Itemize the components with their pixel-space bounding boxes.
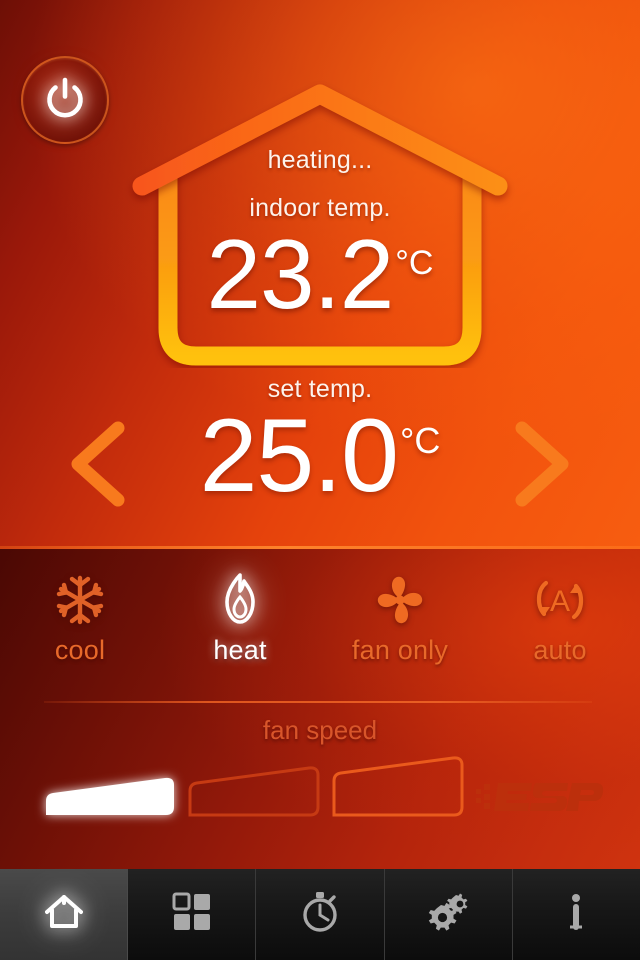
mode-label-fan-only: fan only bbox=[351, 635, 449, 665]
mode-label-auto: auto bbox=[533, 635, 587, 665]
grid-icon bbox=[172, 892, 212, 937]
mode-button-cool[interactable]: cool bbox=[0, 571, 160, 686]
tab-info[interactable] bbox=[513, 869, 640, 960]
tab-settings[interactable] bbox=[385, 869, 513, 960]
mode-button-heat[interactable]: heat bbox=[160, 571, 320, 686]
svg-text:A: A bbox=[550, 585, 570, 618]
indoor-temp-readout: 23.2°C bbox=[0, 225, 640, 323]
mode-button-auto[interactable]: A auto bbox=[480, 571, 640, 686]
fan-speed-level-2 bbox=[188, 766, 320, 817]
mode-label-cool: cool bbox=[54, 635, 106, 665]
mode-label-heat: heat bbox=[213, 635, 267, 665]
section-divider bbox=[44, 701, 592, 703]
chevron-right-icon bbox=[515, 421, 569, 507]
tab-home[interactable] bbox=[0, 869, 129, 960]
thermostat-app: heating... indoor temp. 23.2°C set temp.… bbox=[0, 0, 640, 960]
auto-cycle-icon: A bbox=[529, 571, 591, 629]
home-icon bbox=[41, 889, 87, 940]
bottom-tab-bar bbox=[0, 869, 640, 960]
set-temp-unit: °C bbox=[400, 420, 441, 461]
stopwatch-icon bbox=[298, 889, 342, 940]
fan-speed-label: fan speed bbox=[262, 715, 378, 745]
hero-panel: heating... indoor temp. 23.2°C set temp.… bbox=[0, 0, 640, 549]
increase-temp-button[interactable] bbox=[504, 418, 578, 510]
fan-speed-level-3 bbox=[332, 756, 464, 817]
flame-icon bbox=[217, 571, 263, 629]
esp-logo-icon bbox=[476, 772, 604, 818]
heating-status-label: heating... bbox=[267, 146, 373, 174]
decrease-temp-button[interactable] bbox=[62, 418, 136, 510]
set-temp-value: 25.0 bbox=[199, 398, 399, 514]
gears-icon bbox=[423, 889, 473, 940]
controls-panel: cool heat fan only A auto fan speed bbox=[0, 549, 640, 869]
mode-selector: cool heat fan only A auto bbox=[0, 571, 640, 686]
tab-zones[interactable] bbox=[128, 869, 257, 960]
fan-speed-selector bbox=[38, 756, 468, 819]
indoor-temp-value: 23.2 bbox=[206, 219, 395, 329]
tab-timer[interactable] bbox=[256, 869, 385, 960]
indoor-temp-unit: °C bbox=[395, 244, 434, 282]
chevron-left-icon bbox=[71, 421, 125, 507]
snowflake-icon bbox=[53, 571, 107, 629]
mode-button-fan-only[interactable]: fan only bbox=[320, 571, 480, 686]
fan-speed-level-1 bbox=[46, 777, 174, 815]
fan-icon bbox=[372, 571, 428, 629]
info-icon bbox=[563, 890, 589, 939]
